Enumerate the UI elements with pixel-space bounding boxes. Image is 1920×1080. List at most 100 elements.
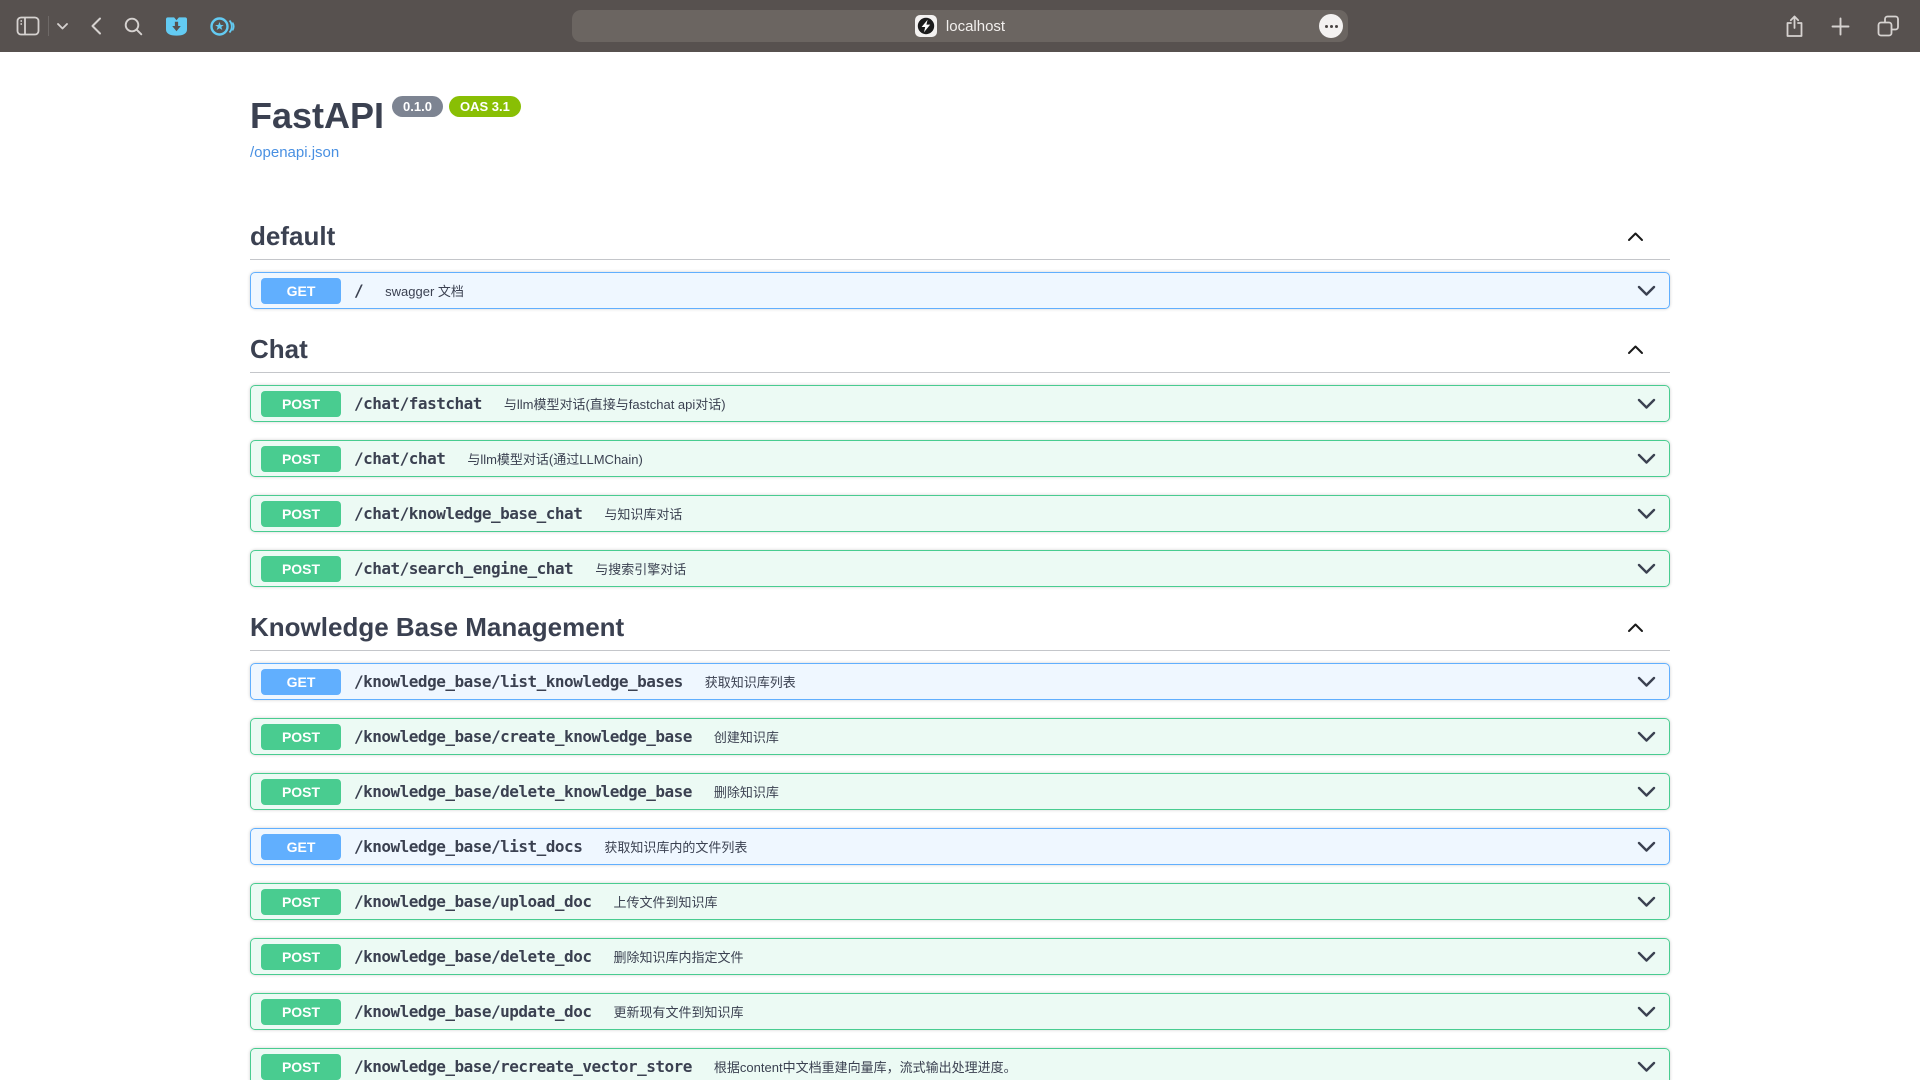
chevron-up-icon[interactable] (1627, 231, 1644, 242)
address-bar[interactable]: localhost (572, 10, 1348, 42)
operation-description: 删除知识库 (714, 782, 779, 801)
method-badge: POST (261, 391, 341, 417)
tag-section-header[interactable]: default (250, 214, 1670, 260)
api-tag-section: Chat POST /chat/fastchat 与llm模型对话(直接与fas… (250, 327, 1670, 587)
chevron-down-icon[interactable] (1637, 563, 1656, 575)
operation-row[interactable]: GET / swagger 文档 (250, 272, 1670, 309)
method-badge: POST (261, 724, 341, 750)
operation-path: /chat/search_engine_chat (354, 559, 573, 578)
operation-description: 与搜索引擎对话 (595, 559, 686, 578)
url-text: localhost (946, 18, 1005, 35)
chevron-down-icon[interactable] (1637, 841, 1656, 853)
share-icon[interactable] (1785, 15, 1804, 38)
operation-row[interactable]: GET /knowledge_base/list_docs 获取知识库内的文件列… (250, 828, 1670, 865)
operation-path: /knowledge_base/recreate_vector_store (354, 1057, 692, 1076)
tag-section-header[interactable]: Knowledge Base Management (250, 605, 1670, 651)
fastapi-bolt-icon (915, 15, 937, 37)
chevron-down-icon[interactable] (1637, 896, 1656, 908)
version-badge: 0.1.0 (392, 96, 443, 117)
method-badge: POST (261, 779, 341, 805)
chevron-up-icon[interactable] (1627, 622, 1644, 633)
sidebar-icon[interactable] (16, 16, 40, 36)
operation-row[interactable]: POST /knowledge_base/update_doc 更新现有文件到知… (250, 993, 1670, 1030)
operation-path: /knowledge_base/list_knowledge_bases (354, 672, 683, 691)
api-tag-section: Knowledge Base Management GET /knowledge… (250, 605, 1670, 1080)
method-badge: POST (261, 446, 341, 472)
operation-description: 删除知识库内指定文件 (613, 947, 743, 966)
ellipsis-icon[interactable] (1319, 14, 1343, 38)
chevron-down-icon[interactable] (1637, 285, 1656, 297)
search-icon[interactable] (124, 17, 143, 36)
tag-section-header[interactable]: Chat (250, 327, 1670, 373)
chevron-down-icon[interactable] (1637, 453, 1656, 465)
chevron-down-icon[interactable] (1637, 398, 1656, 410)
toolbar-divider (48, 16, 49, 36)
circles-extension-icon[interactable] (210, 16, 235, 37)
operation-row[interactable]: POST /chat/fastchat 与llm模型对话(直接与fastchat… (250, 385, 1670, 422)
operation-path: /knowledge_base/delete_doc (354, 947, 591, 966)
browser-toolbar: localhost (0, 0, 1920, 52)
operation-description: 创建知识库 (714, 727, 779, 746)
method-badge: POST (261, 889, 341, 915)
operation-path: /knowledge_base/update_doc (354, 1002, 591, 1021)
new-tab-icon[interactable] (1831, 17, 1850, 36)
api-title-text: FastAPI (250, 95, 384, 136)
operation-row[interactable]: POST /chat/knowledge_base_chat 与知识库对话 (250, 495, 1670, 532)
operation-path: /knowledge_base/delete_knowledge_base (354, 782, 692, 801)
back-icon[interactable] (90, 17, 102, 35)
operation-list: GET /knowledge_base/list_knowledge_bases… (250, 651, 1670, 1080)
operation-description: 获取知识库内的文件列表 (604, 837, 747, 856)
chevron-down-icon[interactable] (1637, 1006, 1656, 1018)
method-badge: POST (261, 556, 341, 582)
method-badge: POST (261, 999, 341, 1025)
api-tag-section: default GET / swagger 文档 (250, 214, 1670, 309)
operation-row[interactable]: POST /chat/search_engine_chat 与搜索引擎对话 (250, 550, 1670, 587)
operation-description: 根据content中文档重建向量库，流式输出处理进度。 (714, 1057, 1017, 1076)
chevron-down-icon[interactable] (1637, 1061, 1656, 1073)
oas-badge: OAS 3.1 (449, 96, 521, 117)
method-badge: POST (261, 944, 341, 970)
api-info: FastAPI 0.1.0 OAS 3.1 /openapi.json (250, 52, 1670, 162)
bookmark-extension-icon[interactable] (165, 16, 188, 37)
operation-path: /chat/knowledge_base_chat (354, 504, 582, 523)
chevron-up-icon[interactable] (1627, 344, 1644, 355)
operation-row[interactable]: POST /chat/chat 与llm模型对话(通过LLMChain) (250, 440, 1670, 477)
operation-description: 获取知识库列表 (705, 672, 796, 691)
method-badge: GET (261, 669, 341, 695)
operation-row[interactable]: POST /knowledge_base/create_knowledge_ba… (250, 718, 1670, 755)
operation-row[interactable]: POST /knowledge_base/delete_knowledge_ba… (250, 773, 1670, 810)
operation-row[interactable]: POST /knowledge_base/delete_doc 删除知识库内指定… (250, 938, 1670, 975)
openapi-spec-link[interactable]: /openapi.json (250, 144, 339, 161)
tag-title: Chat (250, 334, 308, 365)
operation-list: GET / swagger 文档 (250, 260, 1670, 309)
operation-path: /knowledge_base/list_docs (354, 837, 582, 856)
operation-path: /knowledge_base/create_knowledge_base (354, 727, 692, 746)
operation-description: 与llm模型对话(直接与fastchat api对话) (504, 394, 726, 413)
operation-row[interactable]: POST /knowledge_base/upload_doc 上传文件到知识库 (250, 883, 1670, 920)
operation-description: 上传文件到知识库 (613, 892, 717, 911)
operation-description: swagger 文档 (385, 281, 464, 300)
tab-overview-icon[interactable] (1877, 15, 1900, 37)
chevron-down-icon[interactable] (1637, 951, 1656, 963)
operation-path: /chat/fastchat (354, 394, 482, 413)
operation-list: POST /chat/fastchat 与llm模型对话(直接与fastchat… (250, 373, 1670, 587)
chevron-down-icon[interactable] (1637, 508, 1656, 520)
sections: default GET / swagger 文档 Chat (250, 214, 1670, 1080)
swagger-page: FastAPI 0.1.0 OAS 3.1 /openapi.json defaul… (0, 52, 1920, 1080)
operation-description: 更新现有文件到知识库 (613, 1002, 743, 1021)
method-badge: POST (261, 501, 341, 527)
chevron-down-icon[interactable] (1637, 676, 1656, 688)
operation-path: /chat/chat (354, 449, 445, 468)
tag-title: default (250, 221, 335, 252)
operation-path: / (354, 281, 363, 300)
method-badge: GET (261, 834, 341, 860)
method-badge: POST (261, 1054, 341, 1080)
chevron-down-icon[interactable] (57, 23, 68, 30)
tag-title: Knowledge Base Management (250, 612, 624, 643)
method-badge: GET (261, 278, 341, 304)
chevron-down-icon[interactable] (1637, 786, 1656, 798)
chevron-down-icon[interactable] (1637, 731, 1656, 743)
operation-row[interactable]: GET /knowledge_base/list_knowledge_bases… (250, 663, 1670, 700)
operation-row[interactable]: POST /knowledge_base/recreate_vector_sto… (250, 1048, 1670, 1080)
operation-description: 与知识库对话 (604, 504, 682, 523)
